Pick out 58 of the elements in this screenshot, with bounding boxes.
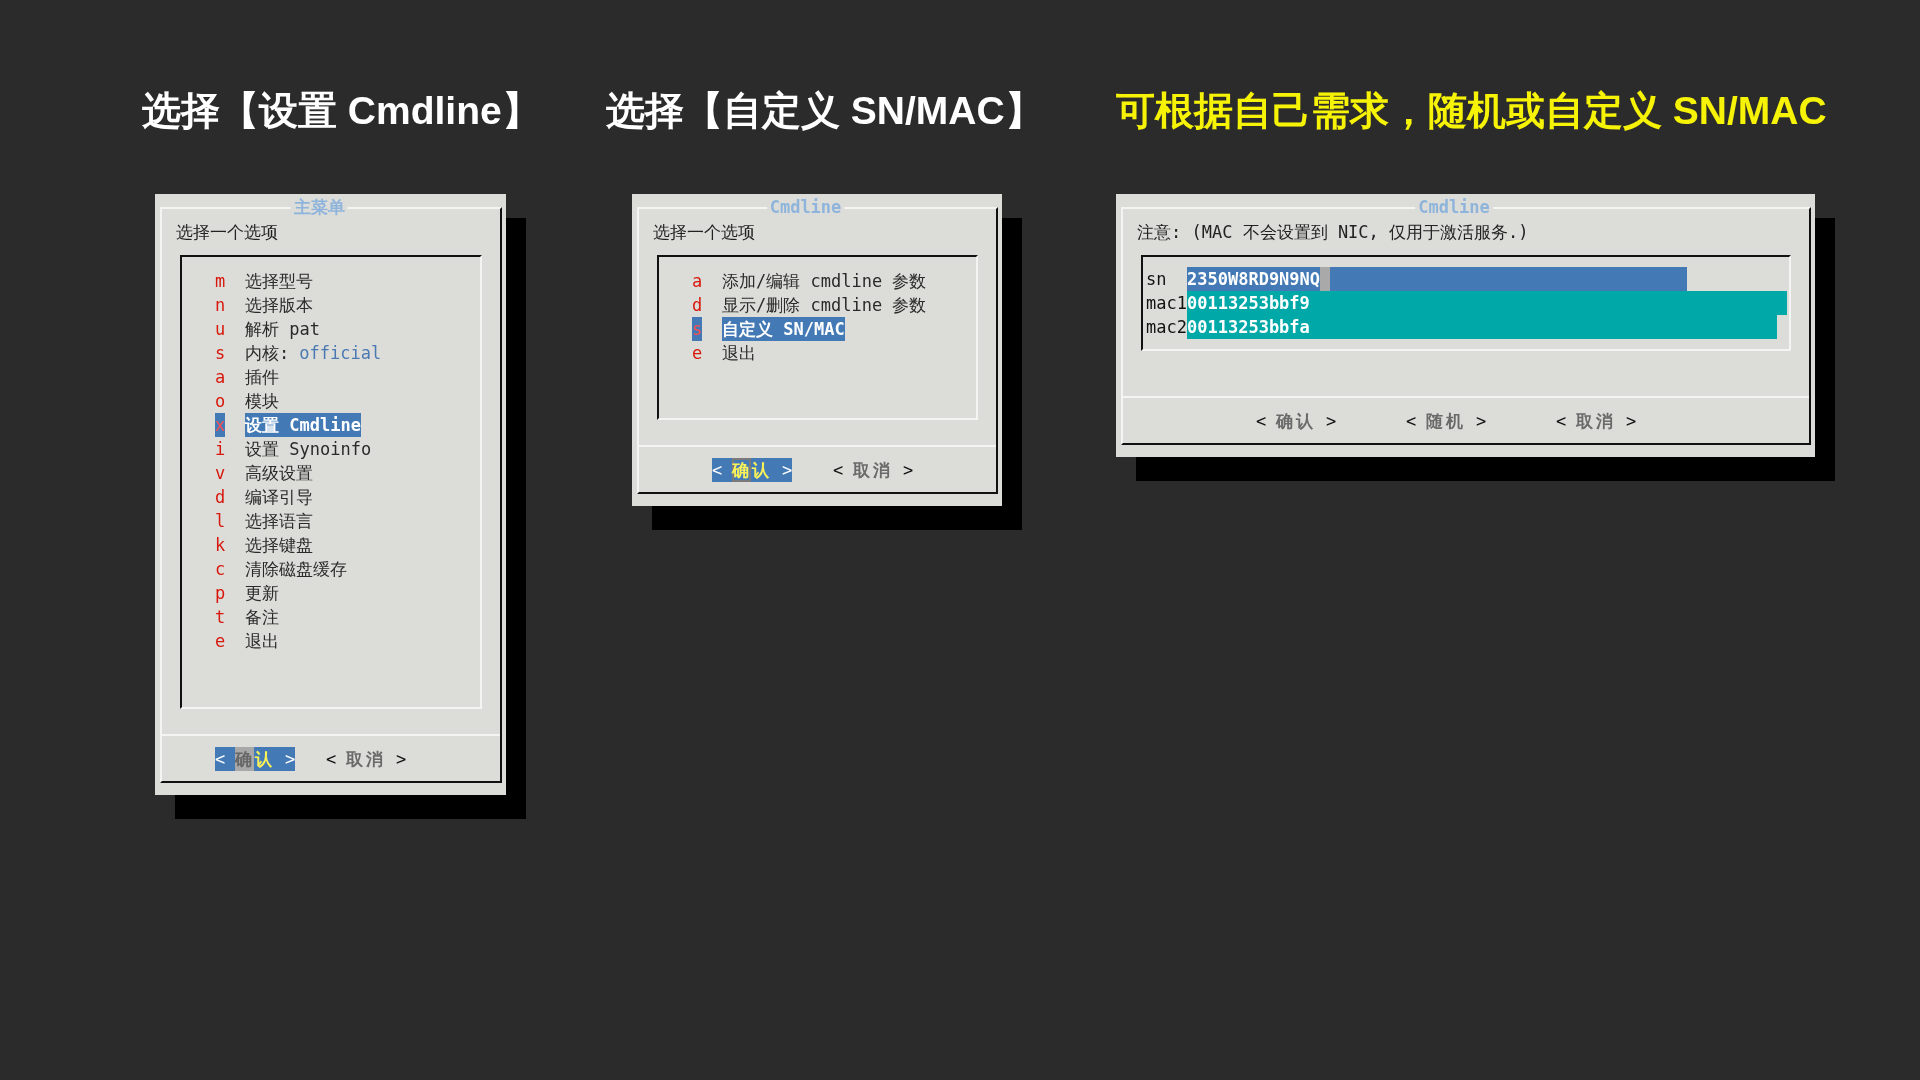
hotkey-letter: a: [692, 270, 702, 293]
field-label: sn: [1146, 268, 1168, 291]
hotkey-letter: s: [215, 342, 225, 365]
menu-item[interactable]: 添加/编辑 cmdline 参数: [722, 269, 927, 293]
menu-item[interactable]: 退出: [722, 341, 756, 365]
hotkey-letter: o: [215, 390, 225, 413]
hotkey-letter: l: [215, 510, 225, 533]
dialog-button[interactable]: < 取消 >: [833, 457, 913, 482]
menu-item[interactable]: 备注: [245, 605, 279, 629]
menu-item[interactable]: 显示/删除 cmdline 参数: [722, 293, 927, 317]
hotkey-letter: m: [215, 270, 225, 293]
menu-item[interactable]: 选择语言: [245, 509, 313, 533]
menu-item[interactable]: 自定义 SN/MAC: [722, 317, 845, 341]
input-field[interactable]: 2350W8RD9N9NQ: [1187, 267, 1687, 291]
hotkey-letter: d: [692, 294, 702, 317]
hotkey-letter: k: [215, 534, 225, 557]
menu-item[interactable]: 退出: [245, 629, 279, 653]
dialog-button[interactable]: < 取消 >: [326, 746, 406, 771]
hotkey-letter: p: [215, 582, 225, 605]
dialog-button[interactable]: < 确认 >: [1256, 408, 1336, 433]
menu-item[interactable]: 插件: [245, 365, 279, 389]
hotkey-letter: n: [215, 294, 225, 317]
section-heading: 选择【设置 Cmdline】: [142, 88, 541, 134]
dialog-button[interactable]: < 随机 >: [1406, 408, 1486, 433]
menu-item[interactable]: 解析 pat: [245, 317, 320, 341]
menu-item[interactable]: 设置 Cmdline: [245, 413, 361, 437]
hotkey-letter: e: [692, 342, 702, 365]
dialog-button[interactable]: < 确认 >: [712, 457, 792, 482]
menu-item[interactable]: 编译引导: [245, 485, 313, 509]
hotkey-letter: s: [692, 317, 702, 341]
hotkey-letter: e: [215, 630, 225, 653]
hotkey-letter: u: [215, 318, 225, 341]
menu-item[interactable]: 高级设置: [245, 461, 313, 485]
menu-item[interactable]: 清除磁盘缓存: [245, 557, 347, 581]
menu-item[interactable]: 选择键盘: [245, 533, 313, 557]
dialog-title: 主菜单: [290, 195, 348, 219]
dialog-button[interactable]: < 取消 >: [1556, 408, 1636, 433]
menu-item[interactable]: 模块: [245, 389, 279, 413]
hotkey-letter: d: [215, 486, 225, 509]
field-label: mac1: [1146, 292, 1187, 315]
field-label: mac2: [1146, 316, 1187, 339]
hotkey-letter: i: [215, 438, 225, 461]
menu-item[interactable]: 内核: official: [245, 341, 382, 365]
menu-item[interactable]: 选择版本: [245, 293, 313, 317]
menu-item[interactable]: 选择型号: [245, 269, 313, 293]
hotkey-letter: v: [215, 462, 225, 485]
hotkey-letter: x: [215, 413, 225, 437]
hotkey-letter: t: [215, 606, 225, 629]
menu-item[interactable]: 更新: [245, 581, 279, 605]
dialog-button[interactable]: < 确认 >: [215, 746, 295, 771]
section-heading: 选择【自定义 SN/MAC】: [606, 88, 1044, 134]
dialog-prompt: 注意: (MAC 不会设置到 NIC, 仅用于激活服务.): [1137, 221, 1529, 244]
section-heading: 可根据自己需求，随机或自定义 SN/MAC: [1116, 88, 1827, 134]
dialog-prompt: 选择一个选项: [176, 221, 278, 244]
hotkey-letter: a: [215, 366, 225, 389]
hotkey-letter: c: [215, 558, 225, 581]
dialog-prompt: 选择一个选项: [653, 221, 755, 244]
menu-item[interactable]: 设置 Synoinfo: [245, 437, 372, 461]
